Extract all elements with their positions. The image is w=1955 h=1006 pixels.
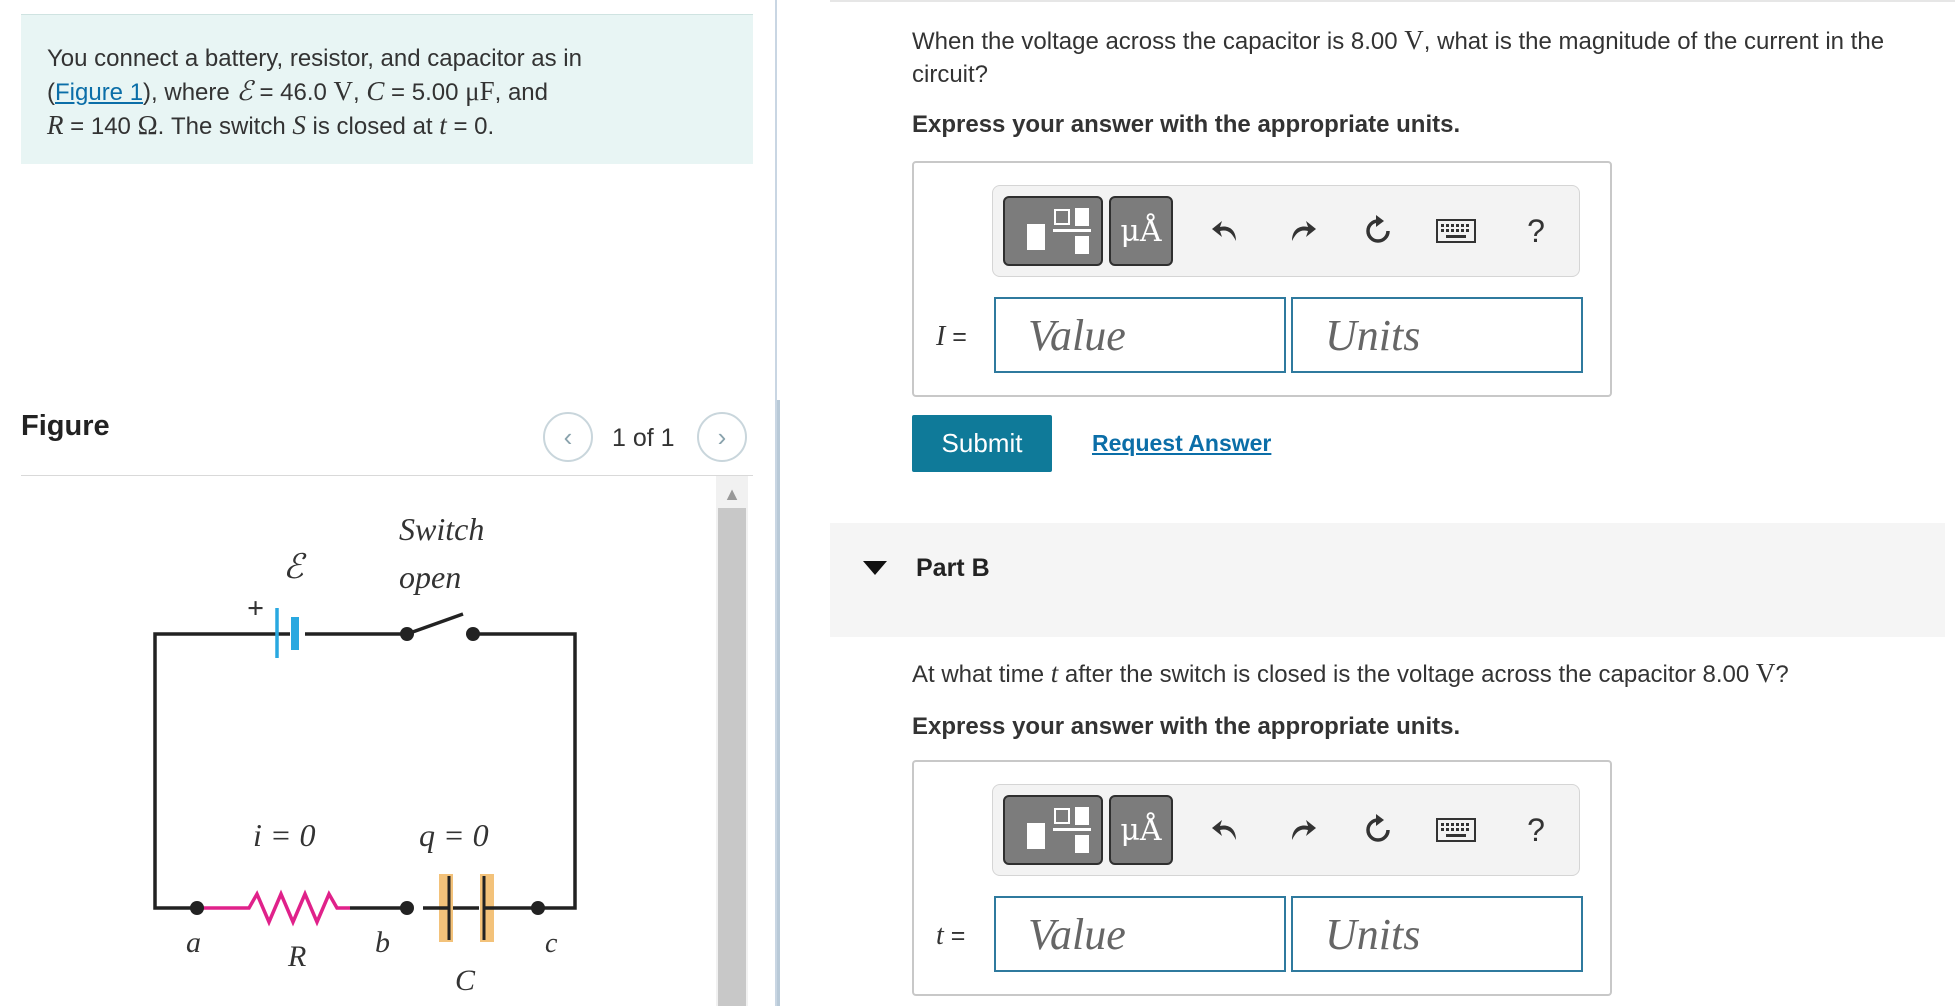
- figure-title: Figure: [21, 410, 110, 442]
- submit-button[interactable]: Submit: [912, 415, 1052, 472]
- node-c: [531, 901, 545, 915]
- figure-scrollbar[interactable]: ▲: [716, 476, 748, 1006]
- request-answer-link[interactable]: Request Answer: [1092, 430, 1271, 457]
- circuit-diagram: ℰ + Switch open i = 0 q = 0 a R b C c: [153, 511, 577, 997]
- part-b-variable-label: t =: [936, 920, 966, 951]
- units-icon[interactable]: μÅ: [1109, 795, 1173, 865]
- scroll-up-arrow-icon[interactable]: ▲: [716, 484, 748, 504]
- problem-statement: You connect a battery, resistor, and cap…: [21, 14, 753, 164]
- keyboard-icon[interactable]: [1433, 208, 1479, 254]
- label-node-a: a: [186, 926, 201, 959]
- part-a-answer-box: μÅ ? I =: [912, 161, 1612, 397]
- part-b-question: At what time t after the switch is close…: [912, 658, 1789, 688]
- part-a-value-input[interactable]: [994, 297, 1286, 373]
- part-b-value-input[interactable]: [994, 896, 1286, 972]
- label-plus: +: [247, 592, 264, 625]
- fraction-template-icon[interactable]: [1003, 795, 1103, 865]
- label-capacitor: C: [455, 964, 476, 997]
- label-node-b: b: [375, 926, 390, 959]
- reset-icon[interactable]: [1355, 807, 1401, 853]
- part-a-question: When the voltage across the capacitor is…: [912, 25, 1885, 88]
- part-a-instruction: Express your answer with the appropriate…: [912, 111, 1461, 138]
- node-a: [190, 901, 204, 915]
- label-open: open: [399, 559, 461, 595]
- part-b-answer-box: μÅ ? t =: [912, 760, 1612, 996]
- help-icon[interactable]: ?: [1513, 208, 1559, 254]
- switch-blade: [406, 612, 464, 636]
- label-node-c: c: [545, 928, 558, 959]
- label-current: i = 0: [253, 817, 315, 853]
- node-b: [400, 901, 414, 915]
- label-resistor: R: [287, 940, 306, 973]
- resistor-zigzag: [197, 889, 350, 927]
- chevron-left-icon: ‹: [563, 421, 573, 452]
- part-b-instruction: Express your answer with the appropriate…: [912, 713, 1461, 740]
- top-rule: [830, 0, 1955, 2]
- part-b-title: Part B: [916, 554, 990, 582]
- undo-icon[interactable]: [1203, 208, 1249, 254]
- left-panel: You connect a battery, resistor, and cap…: [0, 0, 760, 1006]
- redo-icon[interactable]: [1279, 807, 1325, 853]
- figure-link[interactable]: Figure 1: [55, 79, 143, 106]
- reset-icon[interactable]: [1355, 208, 1401, 254]
- part-a-variable-label: I =: [936, 321, 967, 352]
- column-divider-handle[interactable]: [777, 400, 780, 1006]
- help-icon[interactable]: ?: [1513, 807, 1559, 853]
- caret-down-icon[interactable]: [863, 561, 887, 575]
- keyboard-icon[interactable]: [1433, 807, 1479, 853]
- scrollbar-thumb[interactable]: [718, 508, 746, 1006]
- next-figure-button[interactable]: ›: [697, 412, 747, 462]
- label-switch: Switch: [399, 511, 484, 547]
- part-b-header[interactable]: Part B: [830, 523, 1945, 637]
- units-icon[interactable]: μÅ: [1109, 196, 1173, 266]
- fraction-template-icon[interactable]: [1003, 196, 1103, 266]
- part-b-units-input[interactable]: [1291, 896, 1583, 972]
- part-a-math-toolbar: μÅ ?: [992, 185, 1580, 277]
- label-charge: q = 0: [419, 817, 489, 853]
- emf-symbol: ℰ: [236, 76, 253, 106]
- undo-icon[interactable]: [1203, 807, 1249, 853]
- part-b-math-toolbar: μÅ ?: [992, 784, 1580, 876]
- circuit-wires: [153, 632, 577, 910]
- circuit-figure: ℰ + Switch open i = 0 q = 0 a R b C c: [21, 476, 711, 1006]
- prev-figure-button[interactable]: ‹: [543, 412, 593, 462]
- figure-page-counter: 1 of 1: [612, 424, 675, 452]
- right-panel: When the voltage across the capacitor is…: [830, 0, 1955, 1006]
- chevron-right-icon: ›: [717, 421, 727, 452]
- label-emf: ℰ: [283, 549, 307, 586]
- switch-contact-right: [466, 627, 480, 641]
- problem-intro: You connect a battery, resistor, and cap…: [47, 45, 582, 72]
- part-a-units-input[interactable]: [1291, 297, 1583, 373]
- redo-icon[interactable]: [1279, 208, 1325, 254]
